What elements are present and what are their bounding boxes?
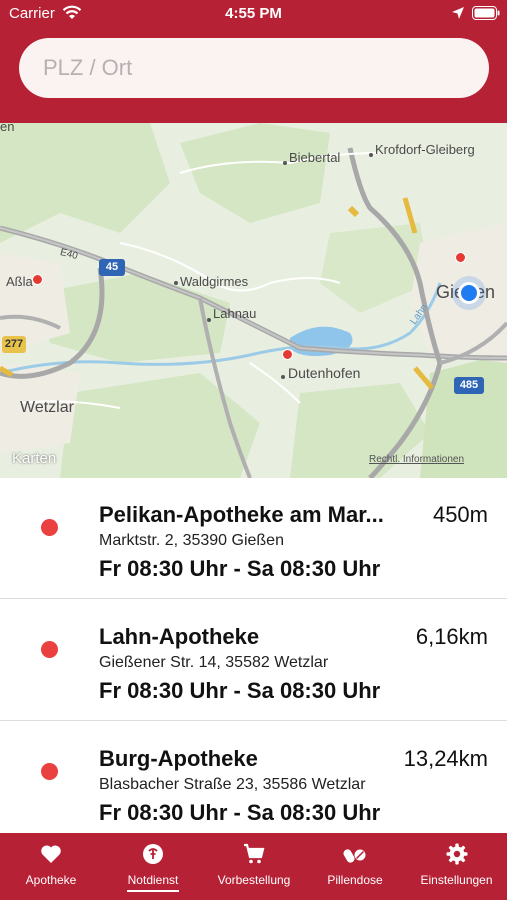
status-dot-icon [41,519,58,536]
tab-vorbestellung[interactable]: Vorbestellung [204,833,304,900]
pharmacy-distance: 450m [432,502,488,527]
highway-shield-45: 45 [99,259,125,276]
tab-pillendose[interactable]: Pillendose [304,833,406,900]
pharmacy-map-pin[interactable] [32,274,43,285]
pharmacy-address: Marktstr. 2, 35390 Gießen [99,532,284,549]
map-label-dutenhofen: Dutenhofen [288,365,361,381]
highway-shield-485: 485 [454,377,484,394]
search-input[interactable] [43,38,463,98]
pharmacy-list: Pelikan-Apotheke am Mar... 450m Marktstr… [0,478,507,833]
map-logo-label: Karten [12,450,57,467]
map-place-dot [207,318,211,322]
pharmacy-name: Burg-Apotheke [99,746,258,771]
gear-icon [446,843,467,865]
map-logo: Karten [12,450,56,467]
pharmacy-row[interactable]: Burg-Apotheke 13,24km Blasbacher Straße … [0,722,507,833]
heart-icon [41,845,61,863]
battery-icon [472,6,500,20]
map-label-wetzlar: Wetzlar [20,399,74,416]
map-label-edge: en [0,123,15,134]
clock: 4:55 PM [225,5,282,22]
tab-notdienst[interactable]: Notdienst [102,833,204,900]
pharmacy-name: Lahn-Apotheke [99,624,260,649]
pharmacy-map-pin[interactable] [282,349,293,360]
active-tab-indicator [127,890,179,892]
tab-label: Einstellungen [420,873,493,887]
map-label-assla: Aßla [6,274,33,289]
status-bar: Carrier 4:55 PM [0,0,507,28]
app-screen: Carrier 4:55 PM PLZ / Ort en Biebertal K… [0,0,507,900]
pharmacy-map-pin[interactable] [455,252,466,263]
map-label-lahnau: Lahnau [213,306,257,321]
search-box[interactable] [19,38,489,98]
status-dot-icon [41,641,58,658]
user-location-marker [458,282,480,304]
tab-apotheke[interactable]: Apotheke [0,833,102,900]
tab-bar: Apotheke Notdienst Vorbestellung Pillend… [0,833,507,900]
tab-label: Notdienst [127,873,179,887]
status-dot-icon [41,763,58,780]
pharmacy-address: Blasbacher Straße 23, 35586 Wetzlar [99,776,366,793]
pharmacy-hours: Fr 08:30 Uhr - Sa 08:30 Uhr [99,556,381,581]
pharmacy-row[interactable]: Lahn-Apotheke 6,16km Gießener Str. 14, 3… [0,600,507,721]
tab-label: Vorbestellung [217,873,291,887]
map-place-dot [369,153,373,157]
road-shield-277: 277 [2,336,26,353]
pharmacy-hours: Fr 08:30 Uhr - Sa 08:30 Uhr [99,800,381,825]
tab-einstellungen[interactable]: Einstellungen [406,833,507,900]
map-label-krofdorf: Krofdorf-Gleiberg [375,142,475,157]
pharmacy-hours: Fr 08:30 Uhr - Sa 08:30 Uhr [99,678,381,703]
pharmacy-distance: 13,24km [403,746,488,771]
header: Carrier 4:55 PM [0,0,507,123]
pharmacy-name: Pelikan-Apotheke am Mar... [99,502,384,527]
pills-icon [343,849,366,863]
map-place-dot [174,281,178,285]
map-label-biebertal: Biebertal [289,150,341,165]
pharmacy-distance: 6,16km [415,624,488,649]
location-arrow-icon [452,7,464,19]
cart-icon [244,843,265,864]
map-label-waldgirmes: Waldgirmes [180,274,249,289]
map-place-dot [283,161,287,165]
tab-label: Pillendose [327,873,383,887]
map-legal-link[interactable]: Rechtl. Informationen [369,454,464,465]
map-graphics [0,123,507,478]
pharmacy-address: Gießener Str. 14, 35582 Wetzlar [99,654,329,671]
map-view[interactable]: en Biebertal Krofdorf-Gleiberg E40 45 Wa… [0,123,507,478]
emergency-icon [143,844,163,864]
map-place-dot [281,375,285,379]
tab-label: Apotheke [25,873,77,887]
pharmacy-row[interactable]: Pelikan-Apotheke am Mar... 450m Marktstr… [0,478,507,599]
